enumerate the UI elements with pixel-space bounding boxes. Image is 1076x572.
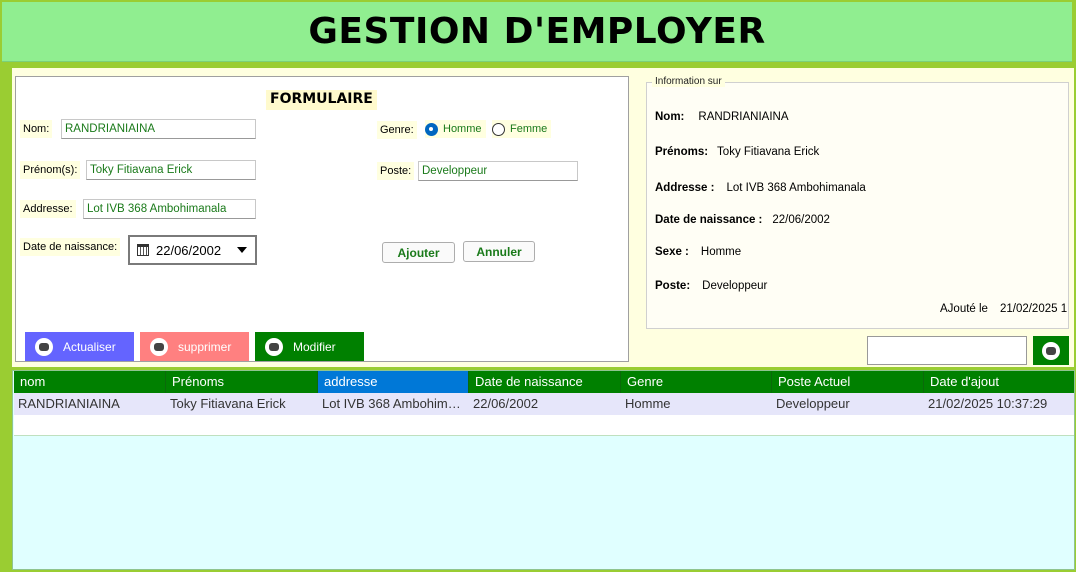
cell-poste[interactable]: Developpeur bbox=[772, 393, 924, 415]
delete-icon bbox=[150, 337, 168, 356]
column-header-genre[interactable]: Genre bbox=[621, 371, 772, 393]
info-nom-label: Nom: bbox=[655, 111, 685, 123]
cell-naissance[interactable]: 22/06/2002 bbox=[469, 393, 621, 415]
info-naissance-value: 22/06/2002 bbox=[772, 214, 830, 226]
app-title: GESTION D'EMPLOYER bbox=[308, 11, 766, 52]
cell-prenoms[interactable]: Toky Fitiavana Erick bbox=[166, 393, 318, 415]
radio-homme[interactable]: Homme bbox=[425, 120, 486, 138]
poste-label: Poste: bbox=[377, 162, 415, 180]
search-button[interactable] bbox=[1033, 336, 1069, 365]
info-prenoms-value: Toky Fitiavana Erick bbox=[717, 146, 820, 158]
new-row[interactable] bbox=[14, 415, 1074, 436]
info-poste: Poste: Developpeur bbox=[655, 280, 767, 292]
actualiser-label: Actualiser bbox=[63, 339, 116, 354]
info-poste-label: Poste: bbox=[655, 280, 691, 292]
supprimer-label: supprimer bbox=[178, 339, 232, 354]
column-header-prenoms[interactable]: Prénoms bbox=[166, 371, 318, 393]
app-header: GESTION D'EMPLOYER bbox=[2, 2, 1072, 62]
modifier-button[interactable]: Modifier bbox=[255, 332, 364, 361]
info-poste-value: Developpeur bbox=[702, 280, 768, 292]
radio-homme-label: Homme bbox=[443, 123, 482, 135]
info-adresse: Addresse : Lot IVB 368 Ambohimanala bbox=[655, 182, 866, 194]
column-header-date-ajout[interactable]: Date d'ajout bbox=[924, 371, 1074, 393]
search-input[interactable] bbox=[867, 336, 1027, 365]
column-header-nom[interactable]: nom bbox=[14, 371, 166, 393]
modifier-label: Modifier bbox=[293, 339, 336, 354]
ajouter-button[interactable]: Ajouter bbox=[382, 242, 455, 263]
prenom-field[interactable]: Toky Fitiavana Erick bbox=[86, 160, 256, 180]
naissance-label: Date de naissance: bbox=[20, 238, 121, 256]
grid-header: nom Prénoms addresse Date de naissance G… bbox=[14, 371, 1074, 393]
table-row[interactable]: RANDRIANIAINA Toky Fitiavana Erick Lot I… bbox=[14, 393, 1074, 415]
info-adresse-label: Addresse : bbox=[655, 182, 715, 194]
naissance-date-picker[interactable]: 22/06/2002 bbox=[128, 235, 257, 265]
info-sexe: Sexe : Homme bbox=[655, 246, 741, 258]
info-naissance-label: Date de naissance : bbox=[655, 214, 763, 226]
poste-field[interactable]: Developpeur bbox=[418, 161, 578, 181]
cell-date-ajout[interactable]: 21/02/2025 10:37:29 bbox=[924, 393, 1074, 415]
actualiser-button[interactable]: Actualiser bbox=[25, 332, 134, 361]
info-ajoute-label: AJouté le bbox=[940, 303, 988, 315]
column-header-naissance[interactable]: Date de naissance bbox=[469, 371, 621, 393]
adresse-field[interactable]: Lot IVB 368 Ambohimanala bbox=[83, 199, 256, 219]
info-sexe-value: Homme bbox=[700, 246, 742, 258]
cell-addresse[interactable]: Lot IVB 368 Ambohimanala bbox=[318, 393, 469, 415]
form-title: FORMULAIRE bbox=[266, 90, 377, 110]
prenom-label: Prénom(s): bbox=[20, 161, 81, 179]
cell-nom[interactable]: RANDRIANIAINA bbox=[14, 393, 166, 415]
column-header-addresse[interactable]: addresse bbox=[318, 371, 469, 393]
supprimer-button[interactable]: supprimer bbox=[140, 332, 249, 361]
info-nom-value: RANDRIANIAINA bbox=[698, 111, 789, 123]
radio-femme-label: Femme bbox=[510, 123, 548, 135]
search-icon bbox=[1042, 341, 1060, 360]
info-nom: Nom: RANDRIANIAINA bbox=[655, 111, 789, 123]
info-legend: Information sur bbox=[652, 76, 725, 87]
nom-field[interactable]: RANDRIANIAINA bbox=[61, 119, 256, 139]
radio-femme-dot[interactable] bbox=[492, 122, 505, 136]
edit-icon bbox=[265, 337, 283, 356]
info-adresse-value: Lot IVB 368 Ambohimanala bbox=[726, 182, 866, 194]
info-prenoms-label: Prénoms: bbox=[655, 146, 709, 158]
info-sexe-label: Sexe : bbox=[655, 246, 689, 258]
nom-label: Nom: bbox=[20, 120, 53, 138]
chevron-down-icon[interactable] bbox=[237, 247, 247, 253]
info-ajoute-value: 21/02/2025 1 bbox=[999, 303, 1068, 315]
adresse-label: Addresse: bbox=[20, 200, 76, 218]
annuler-button[interactable]: Annuler bbox=[463, 241, 535, 262]
info-prenoms: Prénoms: Toky Fitiavana Erick bbox=[655, 146, 819, 158]
info-ajoute: AJouté le 21/02/2025 1 bbox=[940, 303, 1067, 315]
cell-genre[interactable]: Homme bbox=[621, 393, 772, 415]
radio-homme-dot[interactable] bbox=[425, 122, 438, 136]
naissance-date-value: 22/06/2002 bbox=[156, 242, 222, 258]
info-naissance: Date de naissance : 22/06/2002 bbox=[655, 214, 830, 226]
column-header-poste[interactable]: Poste Actuel bbox=[772, 371, 924, 393]
genre-label: Genre: bbox=[377, 121, 417, 139]
refresh-icon bbox=[35, 337, 53, 356]
radio-femme[interactable]: Femme bbox=[492, 120, 552, 138]
calendar-icon bbox=[137, 244, 149, 256]
